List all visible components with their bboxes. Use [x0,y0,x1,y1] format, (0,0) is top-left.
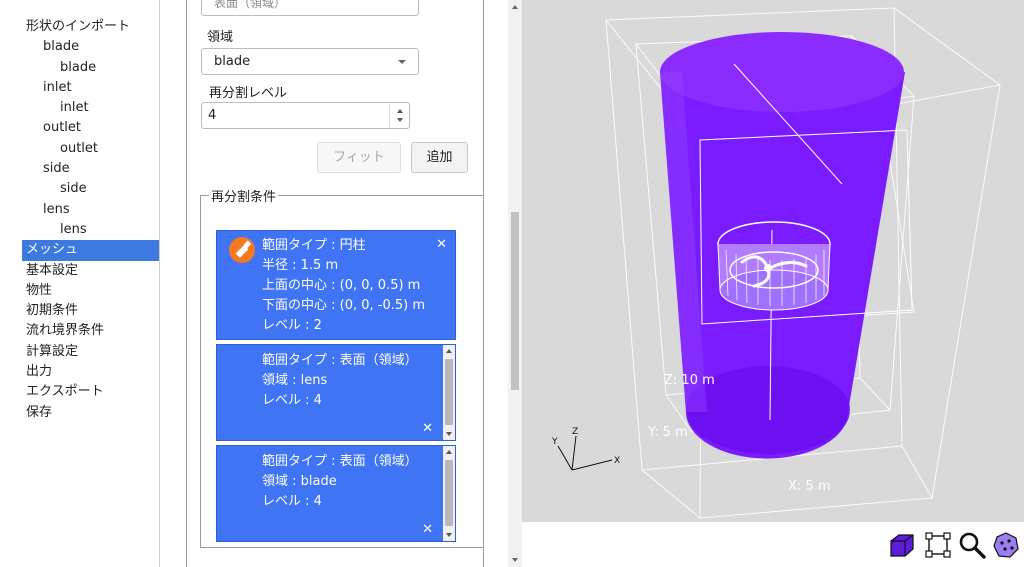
tree-item[interactable]: inlet [0,78,159,98]
scroll-up-icon[interactable] [512,5,518,9]
settings-panel: 表面（領域） 領域 blade 再分割レベル 4 フィット 追加 再分割条件 範… [160,0,522,567]
tree-item[interactable]: side [0,179,159,199]
scroll-up-icon[interactable] [446,450,452,454]
condition-card-blade[interactable]: 範囲タイプ : 表面（領域） 領域 : blade レベル : 4 ✕ [216,445,456,542]
close-icon[interactable]: ✕ [422,522,433,537]
axis-triad [557,435,613,471]
level-stepper-value: 4 [208,108,217,123]
axis-x-label: X [614,456,620,466]
region-select-value: blade [214,54,251,69]
stepper-up-icon[interactable] [397,109,403,113]
conditions-group: 再分割条件 範囲タイプ : 円柱 半径 : 1.5 m 上面の中心 : (0, … [200,186,484,548]
vertex-icon[interactable] [992,531,1020,559]
condition-line: 下面の中心 : (0, 0, -0.5) m [262,298,426,313]
scroll-up-icon[interactable] [446,349,452,353]
tree-list: 形状のインポート blade blade inlet inlet outlet outlet… [0,0,159,423]
condition-line: レベル : 4 [262,494,322,509]
range-type-field[interactable]: 表面（領域） [201,0,419,16]
chevron-down-icon [398,60,406,64]
region-label: 領域 [207,30,234,45]
condition-line: 領域 : blade [262,474,337,489]
condition-line: レベル : 4 [262,393,322,408]
tree-item[interactable]: 基本設定 [0,261,159,281]
condition-line: レベル : 2 [262,318,322,333]
condition-line: 範囲タイプ : 表面（領域） [262,353,418,368]
add-button[interactable]: 追加 [411,142,468,173]
tree-item[interactable]: 形状のインポート [0,17,159,37]
axis-z-label: Z [572,427,578,437]
tree-item[interactable]: blade [0,37,159,57]
z-dimension-label: Z: 10 m [664,373,715,388]
scroll-thumb[interactable] [445,359,453,425]
tree-item[interactable]: 保存 [0,403,159,423]
tree-item[interactable]: blade [0,58,159,78]
card-scrollbar[interactable] [443,345,455,440]
condition-line: 範囲タイプ : 円柱 [262,238,366,253]
zoom-icon[interactable] [958,531,986,559]
edit-brush-icon[interactable] [229,237,255,263]
condition-line: 上面の中心 : (0, 0, 0.5) m [262,278,421,293]
condition-line: 半径 : 1.5 m [262,258,339,273]
tree-item[interactable]: エクスポート [0,382,159,402]
solid-view-icon[interactable] [887,531,915,559]
scroll-thumb[interactable] [445,460,453,526]
condition-line: 範囲タイプ : 表面（領域） [262,454,418,469]
fit-button[interactable]: フィット [317,142,401,173]
fit-bounds-icon[interactable] [924,531,952,559]
tree-item[interactable]: inlet [0,98,159,118]
3d-viewport[interactable]: Z: 10 m Y: 5 m X: 5 m Z Y X [522,0,1024,522]
level-stepper[interactable]: 4 [201,102,410,129]
condition-card-cylinder[interactable]: 範囲タイプ : 円柱 半径 : 1.5 m 上面の中心 : (0, 0, 0.5… [216,230,456,340]
tree-item[interactable]: side [0,159,159,179]
tree-item[interactable]: lens [0,200,159,220]
tree-item[interactable]: 流れ境界条件 [0,321,159,341]
close-icon[interactable]: ✕ [422,421,433,436]
y-dimension-label: Y: 5 m [647,425,688,440]
conditions-legend: 再分割条件 [211,190,277,205]
panel-scrollbar[interactable] [508,0,522,567]
scroll-down-icon[interactable] [446,533,452,537]
tree-item[interactable]: 計算設定 [0,342,159,362]
scroll-down-icon[interactable] [512,558,518,562]
region-select[interactable]: blade [201,48,419,75]
tree-item[interactable]: outlet [0,118,159,138]
level-label: 再分割レベル [209,86,288,101]
x-dimension-label: X: 5 m [788,479,831,494]
axis-y-label: Y [551,437,558,447]
stepper-arrows[interactable] [389,103,409,128]
card-scrollbar[interactable] [443,446,455,541]
scroll-down-icon[interactable] [446,432,452,436]
scroll-thumb[interactable] [511,212,519,390]
tree-item[interactable]: メッシュ [22,240,159,261]
tree-item[interactable]: 初期条件 [0,301,159,321]
tree-item[interactable]: outlet [0,139,159,159]
view-toolbar [522,522,1024,567]
navigation-tree: 形状のインポート blade blade inlet inlet outlet outlet… [0,0,160,567]
tree-item[interactable]: 物性 [0,281,159,301]
close-icon[interactable]: ✕ [436,237,447,252]
tree-item[interactable]: 出力 [0,362,159,382]
scene: Z: 10 m Y: 5 m X: 5 m Z Y X [551,7,1002,519]
tree-item[interactable]: lens [0,220,159,240]
condition-line: 領域 : lens [262,373,328,388]
settings-panel-inner: 表面（領域） 領域 blade 再分割レベル 4 フィット 追加 再分割条件 範… [186,0,484,567]
condition-card-lens[interactable]: 範囲タイプ : 表面（領域） 領域 : lens レベル : 4 ✕ [216,344,456,441]
stepper-down-icon[interactable] [397,118,403,122]
